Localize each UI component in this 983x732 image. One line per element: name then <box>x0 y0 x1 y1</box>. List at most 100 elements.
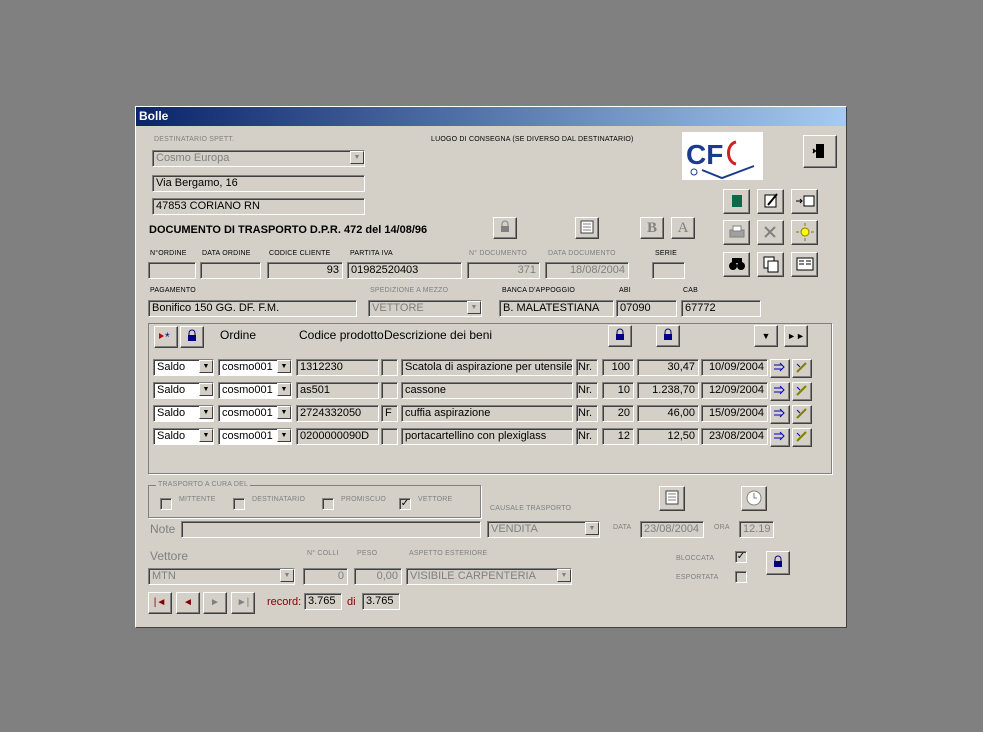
row-codice[interactable]: 2724332050 <box>296 405 379 422</box>
row-flag[interactable] <box>381 382 398 399</box>
lock-qty-button[interactable] <box>608 325 632 347</box>
row-um[interactable]: Nr. <box>576 359 598 376</box>
clock-button[interactable] <box>741 486 767 511</box>
scroll-down-button[interactable]: ▼ <box>754 325 778 347</box>
codice-cliente-field[interactable]: 93 <box>267 262 343 279</box>
causale-combo[interactable]: VENDITA ▼ <box>487 521 600 538</box>
row-flag[interactable] <box>381 428 398 445</box>
chevron-down-icon[interactable]: ▼ <box>585 522 599 535</box>
row-qta[interactable]: 12 <box>602 428 634 445</box>
note-field[interactable] <box>181 521 481 538</box>
row-prezzo[interactable]: 12,50 <box>637 428 699 445</box>
chevron-down-icon[interactable]: ▼ <box>199 429 213 442</box>
row-delete-button[interactable] <box>792 428 812 447</box>
row-flag[interactable] <box>381 359 398 376</box>
esportata-checkbox[interactable] <box>735 571 747 583</box>
edit-button[interactable] <box>757 189 784 214</box>
row-qta[interactable]: 10 <box>602 382 634 399</box>
row-ordine-combo[interactable]: cosmo001 ▼ <box>218 359 292 376</box>
data-documento-field[interactable]: 18/08/2004 <box>545 262 629 279</box>
prev-record-button[interactable]: ◄ <box>176 592 200 614</box>
row-goto-button[interactable] <box>770 428 790 447</box>
new-row-button[interactable]: * <box>154 326 178 348</box>
pagamento-field[interactable]: Bonifico 150 GG. DF. F.M. <box>148 300 357 317</box>
row-descrizione[interactable]: Scatola di aspirazione per utensile c <box>401 359 573 376</box>
copy-button[interactable] <box>757 252 784 277</box>
row-data[interactable]: 10/09/2004 <box>701 359 768 376</box>
next-record-button[interactable]: ► <box>203 592 227 614</box>
row-data[interactable]: 15/09/2004 <box>701 405 768 422</box>
last-record-button[interactable]: ►| <box>231 592 255 614</box>
chevron-down-icon[interactable]: ▼ <box>277 429 291 442</box>
chevron-down-icon[interactable]: ▼ <box>350 151 364 164</box>
row-descrizione[interactable]: cuffia aspirazione <box>401 405 573 422</box>
destinatario-city[interactable]: 47853 CORIANO RN <box>152 198 365 215</box>
n-documento-field[interactable]: 371 <box>467 262 540 279</box>
bloccata-checkbox[interactable]: ✓ <box>735 551 747 563</box>
n-ordine-field[interactable] <box>148 262 196 279</box>
row-um[interactable]: Nr. <box>576 382 598 399</box>
search-button[interactable] <box>723 252 750 277</box>
row-tipo-combo[interactable]: Saldo ▼ <box>153 428 214 445</box>
banca-field[interactable]: B. MALATESTIANA <box>499 300 614 317</box>
lock-doc-button[interactable] <box>493 217 517 239</box>
row-ordine-combo[interactable]: cosmo001 ▼ <box>218 428 292 445</box>
row-codice[interactable]: 1312230 <box>296 359 379 376</box>
new-button[interactable] <box>791 220 818 245</box>
lock-price-button[interactable] <box>656 325 680 347</box>
row-goto-button[interactable] <box>770 405 790 424</box>
exit-button[interactable] <box>803 135 837 168</box>
vettore-checkbox[interactable]: ✓ <box>399 498 411 510</box>
row-delete-button[interactable] <box>792 382 812 401</box>
row-ordine-combo[interactable]: cosmo001 ▼ <box>218 382 292 399</box>
row-codice[interactable]: 0200000090D <box>296 428 379 445</box>
abi-field[interactable]: 07090 <box>616 300 677 317</box>
data-field[interactable]: 23/08/2004 <box>640 521 704 538</box>
scroll-end-button[interactable]: ►► <box>784 325 808 347</box>
chevron-down-icon[interactable]: ▼ <box>199 406 213 419</box>
row-tipo-combo[interactable]: Saldo ▼ <box>153 405 214 422</box>
print-button[interactable] <box>723 220 750 245</box>
chevron-down-icon[interactable]: ▼ <box>557 569 571 582</box>
calculator-button[interactable] <box>575 217 599 239</box>
row-data[interactable]: 12/09/2004 <box>701 382 768 399</box>
destinatario-combo[interactable]: Cosmo Europa ▼ <box>152 150 365 167</box>
promiscuo-checkbox[interactable] <box>322 498 334 510</box>
calendar-button[interactable] <box>659 486 685 511</box>
form-view-button[interactable] <box>791 252 818 277</box>
row-delete-button[interactable] <box>792 405 812 424</box>
aspetto-combo[interactable]: VISIBILE CARPENTERIA ▼ <box>406 568 572 585</box>
row-tipo-combo[interactable]: Saldo ▼ <box>153 382 214 399</box>
record-current[interactable]: 3.765 <box>304 593 342 610</box>
vettore-combo[interactable]: MTN ▼ <box>148 568 295 585</box>
chevron-down-icon[interactable]: ▼ <box>199 383 213 396</box>
destinatario-address[interactable]: Via Bergamo, 16 <box>152 175 365 192</box>
ncolli-field[interactable]: 0 <box>303 568 348 585</box>
chevron-down-icon[interactable]: ▼ <box>280 569 294 582</box>
serie-field[interactable] <box>652 262 685 279</box>
cancel-filter-button[interactable] <box>757 220 784 245</box>
spedizione-combo[interactable]: VETTORE ▼ <box>368 300 482 317</box>
row-codice[interactable]: as501 <box>296 382 379 399</box>
mittente-checkbox[interactable] <box>160 498 172 510</box>
row-goto-button[interactable] <box>770 382 790 401</box>
chevron-down-icon[interactable]: ▼ <box>277 383 291 396</box>
row-qta[interactable]: 20 <box>602 405 634 422</box>
row-qta[interactable]: 100 <box>602 359 634 376</box>
row-descrizione[interactable]: cassone <box>401 382 573 399</box>
insert-record-button[interactable] <box>791 189 818 214</box>
cab-field[interactable]: 67772 <box>681 300 761 317</box>
destinatario-checkbox[interactable] <box>233 498 245 510</box>
bold-icon[interactable]: B <box>640 217 664 239</box>
book-button[interactable] <box>723 189 750 214</box>
chevron-down-icon[interactable]: ▼ <box>277 406 291 419</box>
row-tipo-combo[interactable]: Saldo ▼ <box>153 359 214 376</box>
lock-bloccata-button[interactable] <box>766 551 790 575</box>
font-icon[interactable]: A <box>671 217 695 239</box>
row-descrizione[interactable]: portacartellino con plexiglass <box>401 428 573 445</box>
row-prezzo[interactable]: 1.238,70 <box>637 382 699 399</box>
row-um[interactable]: Nr. <box>576 405 598 422</box>
chevron-down-icon[interactable]: ▼ <box>277 360 291 373</box>
chevron-down-icon[interactable]: ▼ <box>467 301 481 314</box>
row-prezzo[interactable]: 46,00 <box>637 405 699 422</box>
